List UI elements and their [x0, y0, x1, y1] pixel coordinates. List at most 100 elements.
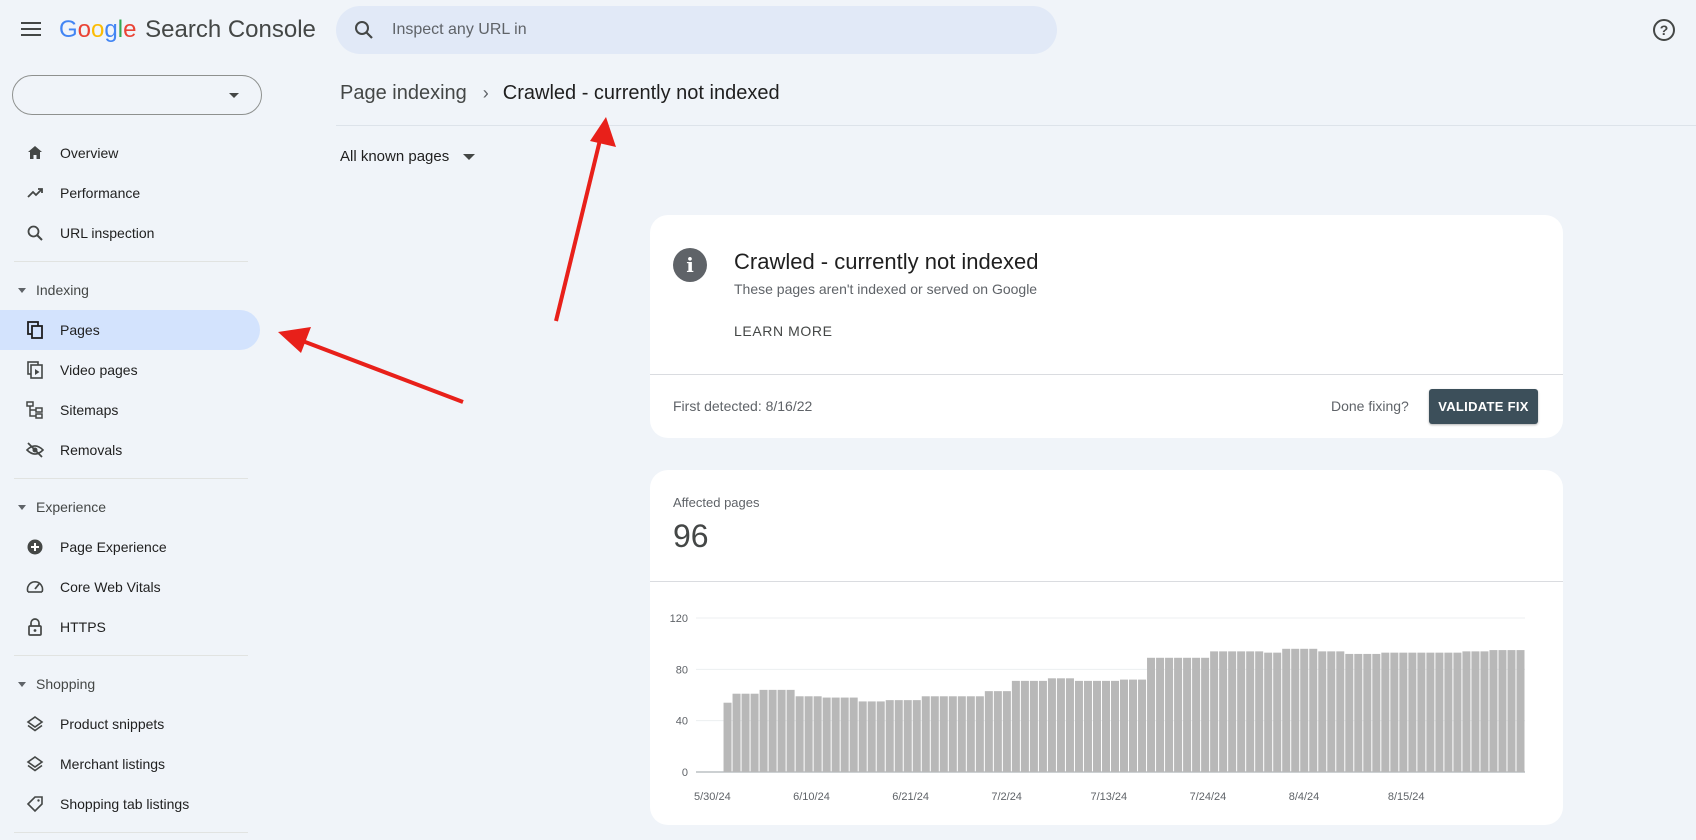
x-tick-label: 8/4/24 — [1289, 791, 1320, 803]
x-tick-label: 6/10/24 — [793, 791, 830, 803]
y-tick-label: 0 — [682, 767, 688, 779]
sidebar-item-https[interactable]: HTTPS — [0, 607, 262, 647]
sidebar-item-video-pages[interactable]: Video pages — [0, 350, 262, 390]
x-tick-label: 7/24/24 — [1190, 791, 1227, 803]
sidebar-item-label: Merchant listings — [60, 756, 166, 772]
sidebar-item-pages[interactable]: Pages — [0, 310, 260, 350]
breadcrumb: Page indexing › Crawled - currently not in… — [340, 82, 780, 105]
sidebar-item-label: HTTPS — [60, 619, 106, 635]
sidebar-item-performance[interactable]: Performance — [0, 173, 262, 213]
bar — [939, 696, 948, 772]
bar — [1210, 651, 1219, 772]
bar — [1273, 652, 1282, 772]
video-pages-icon — [27, 361, 43, 379]
bar — [1029, 680, 1038, 772]
sidebar-item-removals[interactable]: Removals — [0, 430, 262, 470]
sidebar-item-product-snippets[interactable]: Product snippets — [0, 704, 262, 744]
bar — [732, 693, 741, 772]
pages-icon — [27, 321, 43, 339]
learn-more-link[interactable]: LEARN MORE — [734, 323, 833, 339]
divider — [14, 655, 248, 656]
bar — [993, 691, 1002, 772]
section-indexing[interactable]: Indexing — [0, 270, 262, 310]
bar — [813, 696, 822, 772]
bar — [921, 696, 930, 772]
info-icon: i — [673, 248, 707, 282]
bar — [903, 700, 912, 772]
affected-pages-count: 96 — [673, 518, 709, 554]
bar — [822, 697, 831, 772]
divider — [14, 261, 248, 262]
search-console-logo[interactable]: Google Search Console — [59, 16, 316, 44]
section-shopping[interactable]: Shopping — [0, 664, 262, 704]
bar — [1480, 651, 1489, 772]
divider — [14, 478, 248, 479]
bar — [1309, 648, 1318, 772]
bar — [1291, 648, 1300, 772]
pages-filter-dropdown[interactable]: All known pages — [340, 148, 476, 165]
chevron-down-icon — [229, 93, 239, 98]
bar — [1219, 651, 1228, 772]
bar — [894, 700, 903, 772]
y-tick-label: 80 — [676, 664, 688, 676]
bar — [1038, 680, 1047, 772]
sidebar-item-sitemaps[interactable]: Sitemaps — [0, 390, 262, 430]
google-wordmark: Google — [59, 16, 136, 43]
bar — [1092, 680, 1101, 772]
bar — [1471, 651, 1480, 772]
bar — [1165, 657, 1174, 772]
menu-icon[interactable] — [18, 17, 46, 41]
chevron-right-icon: › — [482, 83, 489, 103]
x-tick-label: 5/30/24 — [694, 791, 731, 803]
svg-text:?: ? — [1660, 22, 1669, 38]
divider — [14, 832, 248, 833]
sidebar-item-url-inspection[interactable]: URL inspection — [0, 213, 262, 253]
bar — [1183, 657, 1192, 772]
collapse-icon — [18, 287, 26, 293]
annotation-arrow-to-title — [554, 117, 616, 322]
bar — [840, 697, 849, 772]
bar — [1435, 652, 1444, 772]
bar — [1381, 652, 1390, 772]
help-icon[interactable]: ? — [1651, 17, 1677, 43]
url-inspection-search-bar[interactable] — [336, 6, 1057, 54]
sidebar-item-merchant-listings[interactable]: Merchant listings — [0, 744, 262, 784]
page-title: Crawled - currently not indexed — [502, 82, 780, 104]
search-input[interactable] — [392, 16, 992, 44]
sidebar-item-shopping-tab-listings[interactable]: Shopping tab listings — [0, 784, 262, 824]
search-icon — [355, 21, 373, 39]
logo-letter: o — [77, 16, 92, 43]
x-tick-label: 8/15/24 — [1388, 791, 1425, 803]
collapse-icon — [18, 681, 26, 687]
bar — [750, 693, 759, 772]
section-experience[interactable]: Experience — [0, 487, 262, 527]
bar — [948, 696, 957, 772]
bar — [867, 701, 876, 772]
bar — [1129, 679, 1138, 772]
bar — [858, 701, 867, 772]
bar — [759, 689, 768, 772]
breadcrumb-page-indexing[interactable]: Page indexing — [340, 82, 467, 104]
bar — [1011, 680, 1020, 772]
sidebar-item-page-experience[interactable]: Page Experience — [0, 527, 262, 567]
bar — [1237, 651, 1246, 772]
bar — [1462, 651, 1471, 772]
x-tick-label: 7/2/24 — [991, 791, 1022, 803]
bar — [975, 696, 984, 772]
collapse-icon — [18, 504, 26, 510]
trending-up-icon — [27, 188, 43, 198]
bar — [984, 691, 993, 772]
bar — [1083, 680, 1092, 772]
y-tick-label: 120 — [670, 613, 688, 625]
x-tick-label: 6/21/24 — [892, 791, 929, 803]
validate-fix-button[interactable]: VALIDATE FIX — [1429, 389, 1538, 424]
sidebar-item-core-web-vitals[interactable]: Core Web Vitals — [0, 567, 262, 607]
property-selector[interactable] — [12, 75, 262, 115]
x-tick-label: 7/13/24 — [1090, 791, 1127, 803]
bar — [1453, 652, 1462, 772]
sidebar-item-overview[interactable]: Overview — [0, 133, 262, 173]
bar — [1065, 678, 1074, 772]
sidebar-item-label: Page Experience — [60, 539, 167, 555]
bar — [1111, 680, 1120, 772]
sidebar-item-label: Pages — [60, 322, 100, 338]
